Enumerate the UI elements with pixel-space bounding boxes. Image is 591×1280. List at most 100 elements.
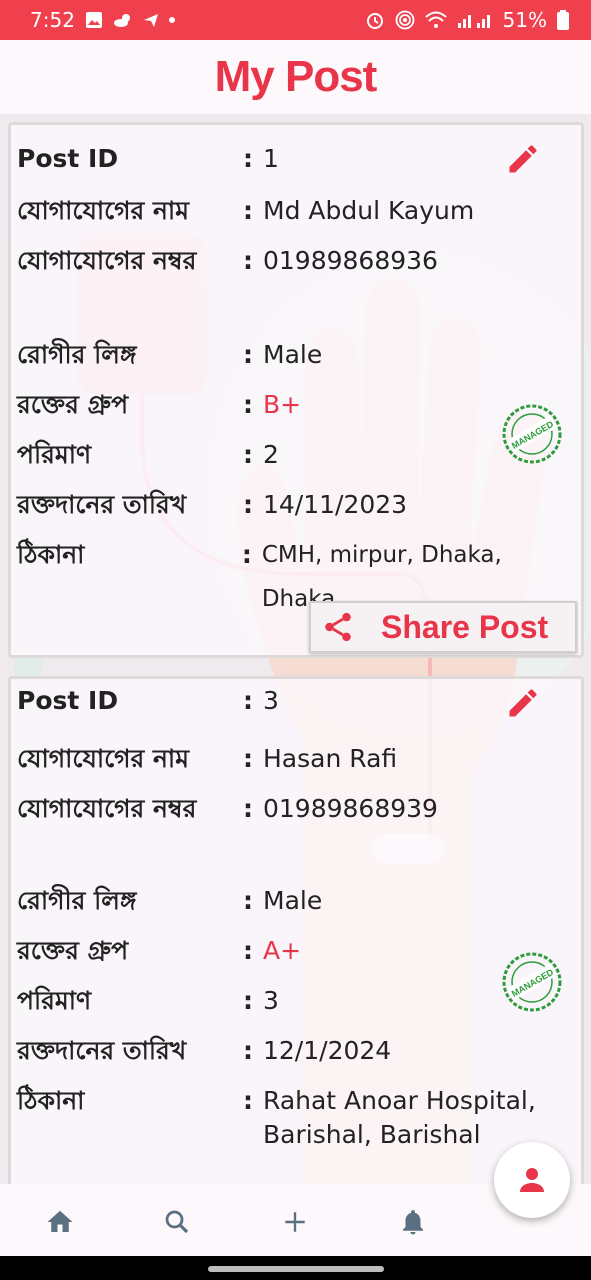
post-card: Post ID : 1 যোগাযোগের নাম : Md Abdul Kay… xyxy=(8,122,584,658)
colon: : xyxy=(243,440,253,469)
gallery-icon xyxy=(85,11,103,29)
status-bar: 7:52 51% xyxy=(0,0,591,40)
contact-number-label: যোগাযোগের নম্বর xyxy=(17,794,197,823)
colon: : xyxy=(243,1086,253,1115)
pencil-icon xyxy=(509,145,537,173)
donation-date-value: 14/11/2023 xyxy=(263,490,408,519)
status-left: 7:52 xyxy=(30,8,175,32)
managed-stamp-icon: MANAGED xyxy=(502,952,562,1012)
post-id-value: 3 xyxy=(263,686,279,715)
page-title: My Post xyxy=(214,52,378,101)
share-post-button[interactable]: Share Post xyxy=(309,601,577,653)
wifi-icon xyxy=(424,11,447,29)
patient-gender-row: রোগীর লিঙ্গ : Male xyxy=(17,879,322,923)
colon: : xyxy=(243,986,253,1015)
post-id-label: Post ID xyxy=(17,686,119,715)
share-icon xyxy=(325,612,351,642)
address-label: ঠিকানা xyxy=(17,1086,85,1115)
weather-icon xyxy=(113,12,133,28)
quantity-row: পরিমাণ : 2 xyxy=(17,433,279,477)
app-header: My Post xyxy=(0,40,591,114)
post-id-label: Post ID xyxy=(17,144,119,173)
patient-gender-row: রোগীর লিঙ্গ : Male xyxy=(17,333,322,377)
colon: : xyxy=(243,390,253,419)
share-post-label: Share Post xyxy=(381,608,549,645)
nav-notifications[interactable] xyxy=(393,1202,433,1242)
colon: : xyxy=(243,144,253,173)
patient-gender-value: Male xyxy=(263,340,323,369)
edit-button[interactable] xyxy=(503,683,543,723)
colon: : xyxy=(243,196,253,225)
post-id-row: Post ID : 3 xyxy=(17,679,279,723)
quantity-value: 3 xyxy=(263,986,279,1015)
patient-gender-value: Male xyxy=(263,886,323,915)
managed-stamp-icon: MANAGED xyxy=(502,404,562,464)
colon: : xyxy=(243,686,253,715)
send-icon xyxy=(143,12,159,28)
colon: : xyxy=(243,936,253,965)
quantity-label: পরিমাণ xyxy=(17,440,92,469)
donation-date-row: রক্তদানের তারিখ : 12/1/2024 xyxy=(17,1029,391,1073)
colon: : xyxy=(243,1036,253,1065)
signal-icon xyxy=(457,11,493,29)
status-time: 7:52 xyxy=(30,8,75,32)
contact-number-value: 01989868939 xyxy=(263,794,438,823)
status-right: 51% xyxy=(365,8,569,32)
colon: : xyxy=(243,744,253,773)
blood-group-row: রক্তের গ্রুপ : A+ xyxy=(17,929,301,973)
contact-number-value: 01989868936 xyxy=(263,246,438,275)
contact-name-row: যোগাযোগের নাম : Hasan Rafi xyxy=(17,737,397,781)
notification-dot-icon xyxy=(168,17,175,23)
edit-button[interactable] xyxy=(503,139,543,179)
home-icon xyxy=(47,1210,73,1232)
donation-date-row: রক্তদানের তারিখ : 14/11/2023 xyxy=(17,483,407,527)
battery-percent: 51% xyxy=(502,8,547,32)
donation-date-label: রক্তদানের তারিখ xyxy=(17,490,187,519)
colon: : xyxy=(241,540,252,569)
search-icon xyxy=(165,1210,189,1234)
patient-gender-label: রোগীর লিঙ্গ xyxy=(17,886,137,915)
quantity-label: পরিমাণ xyxy=(17,986,92,1015)
contact-name-label: যোগাযোগের নাম xyxy=(17,196,190,225)
blood-group-label: রক্তের গ্রুপ xyxy=(17,390,129,419)
patient-gender-label: রোগীর লিঙ্গ xyxy=(17,340,137,369)
address-value: Rahat Anoar Hospital, Barishal, Barishal xyxy=(263,1086,536,1149)
blood-group-row: রক্তের গ্রুপ : B+ xyxy=(17,383,301,427)
donation-date-value: 12/1/2024 xyxy=(263,1036,392,1065)
alarm-icon xyxy=(365,10,385,30)
address-label: ঠিকানা xyxy=(17,540,85,569)
post-id-row: Post ID : 1 xyxy=(17,137,279,181)
contact-number-label: যোগাযোগের নম্বর xyxy=(17,246,197,275)
post-card: Post ID : 3 যোগাযোগের নাম : Hasan Rafi য… xyxy=(8,676,584,1184)
post-list[interactable]: Post ID : 1 যোগাযোগের নাম : Md Abdul Kay… xyxy=(0,114,591,1184)
colon: : xyxy=(243,340,253,369)
pencil-icon xyxy=(509,689,537,717)
colon: : xyxy=(243,490,253,519)
blood-group-value: B+ xyxy=(263,390,302,419)
nav-add[interactable] xyxy=(275,1202,315,1242)
donation-date-label: রক্তদানের তারিখ xyxy=(17,1036,187,1065)
nav-home[interactable] xyxy=(40,1202,80,1242)
address-row: ঠিকানা : Rahat Anoar Hospital, Barishal,… xyxy=(17,1079,563,1152)
hotspot-icon xyxy=(395,10,415,30)
nav-search[interactable] xyxy=(157,1202,197,1242)
post-id-value: 1 xyxy=(263,144,279,173)
colon: : xyxy=(243,794,253,823)
battery-icon xyxy=(557,10,569,30)
person-icon xyxy=(520,1168,544,1192)
add-icon xyxy=(285,1212,305,1232)
contact-name-label: যোগাযোগের নাম xyxy=(17,744,190,773)
blood-group-value: A+ xyxy=(263,936,302,965)
quantity-row: পরিমাণ : 3 xyxy=(17,979,279,1023)
bell-icon xyxy=(403,1210,423,1235)
profile-fab-button[interactable] xyxy=(494,1142,570,1218)
contact-name-row: যোগাযোগের নাম : Md Abdul Kayum xyxy=(17,189,474,233)
blood-group-label: রক্তের গ্রুপ xyxy=(17,936,129,965)
contact-name-value: Hasan Rafi xyxy=(263,744,398,773)
contact-number-row: যোগাযোগের নম্বর : 01989868939 xyxy=(17,787,438,831)
colon: : xyxy=(243,246,253,275)
contact-number-row: যোগাযোগের নম্বর : 01989868936 xyxy=(17,239,438,283)
contact-name-value: Md Abdul Kayum xyxy=(263,196,475,225)
colon: : xyxy=(243,886,253,915)
home-indicator[interactable] xyxy=(208,1266,384,1272)
